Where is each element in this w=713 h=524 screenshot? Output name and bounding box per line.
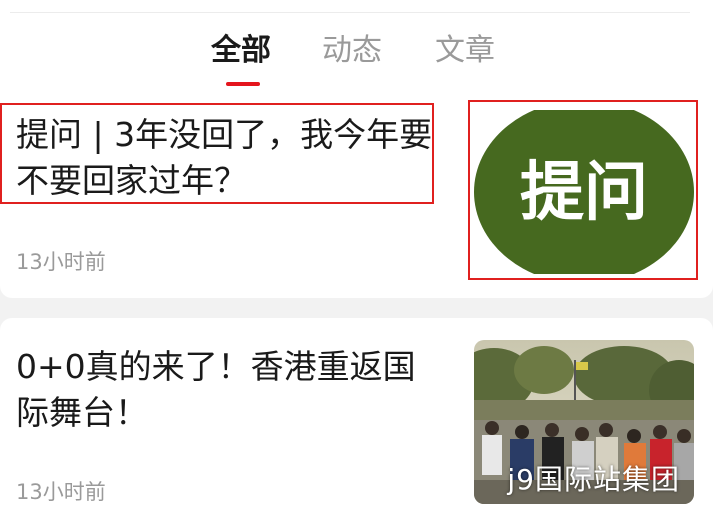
tab-articles[interactable]: 文章 bbox=[435, 28, 495, 74]
tab-bar: 全部 动态 文章 bbox=[0, 28, 713, 98]
article-card[interactable]: 提问 | 3年没回了，我今年要不要回家过年？ 13小时前 提问 bbox=[0, 96, 713, 298]
active-tab-indicator bbox=[226, 82, 260, 86]
article-card[interactable]: 0+0真的来了！香港重返国际舞台！ 13小时前 j9国际站集团 bbox=[0, 318, 713, 524]
article-time: 13小时前 bbox=[16, 250, 106, 274]
thumbnail-text: 提问 bbox=[520, 155, 648, 230]
article-thumbnail[interactable]: 提问 bbox=[474, 110, 694, 274]
top-area: 全部 动态 文章 bbox=[0, 0, 713, 100]
article-thumbnail[interactable]: j9国际站集团 bbox=[474, 340, 694, 504]
watermark: j9国际站集团 bbox=[507, 463, 680, 496]
article-title[interactable]: 提问 | 3年没回了，我今年要不要回家过年？ bbox=[16, 112, 436, 204]
question-thumbnail-graphic: 提问 bbox=[474, 110, 694, 274]
article-title[interactable]: 0+0真的来了！香港重返国际舞台！ bbox=[16, 344, 446, 436]
divider bbox=[10, 12, 690, 13]
article-time: 13小时前 bbox=[16, 480, 106, 504]
tab-all[interactable]: 全部 bbox=[211, 28, 271, 74]
tab-updates[interactable]: 动态 bbox=[322, 28, 382, 74]
